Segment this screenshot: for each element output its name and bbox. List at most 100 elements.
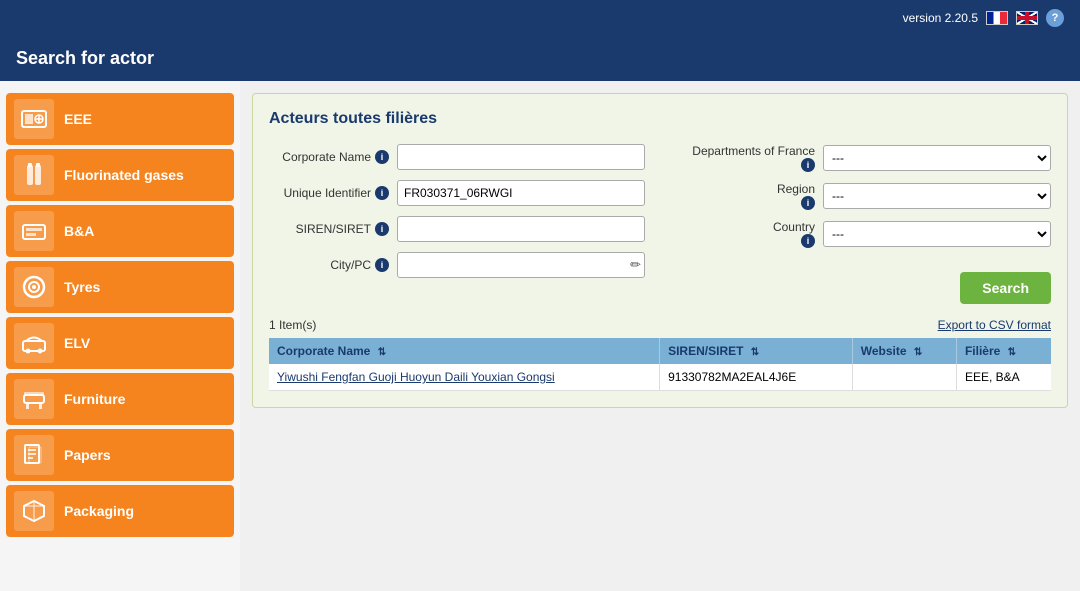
unique-identifier-input[interactable] [397,180,645,206]
city-pc-row: City/PC i ✏ [269,252,645,278]
sidebar-label-tyres: Tyres [64,279,100,296]
sidebar-label-packaging: Packaging [64,503,134,520]
city-pc-input[interactable] [397,252,645,278]
page-title: Search for actor [16,48,154,68]
region-info-icon[interactable]: i [801,196,815,210]
corporate-name-row: Corporate Name i [269,144,645,170]
sidebar-item-ba[interactable]: B&A [6,205,234,257]
elv-icon [14,323,54,363]
flag-fr-icon[interactable] [986,11,1008,25]
col-filiere-label: Filière [965,344,1000,358]
corporate-name-input[interactable] [397,144,645,170]
sidebar: EEE Fluorinated gases [0,81,240,591]
sidebar-label-ba: B&A [64,223,94,240]
unique-identifier-info-icon[interactable]: i [375,186,389,200]
form-right: Departments of France i --- Region [675,144,1051,304]
col-website[interactable]: Website ⇅ [852,338,956,364]
siren-siret-label: SIREN/SIRET [296,222,371,236]
departments-select[interactable]: --- [823,145,1051,171]
col-corporate-name[interactable]: Corporate Name ⇅ [269,338,660,364]
version-label: version 2.20.5 [903,11,978,25]
departments-label: Departments of France [692,144,815,158]
city-pc-label: City/PC [330,258,371,272]
departments-label-info: Departments of France [692,144,815,158]
region-select[interactable]: --- [823,183,1051,209]
col-corporate-name-label: Corporate Name [277,344,370,358]
col-siren-siret-label: SIREN/SIRET [668,344,743,358]
region-label: Region [777,182,815,196]
col-siren-siret[interactable]: SIREN/SIRET ⇅ [660,338,853,364]
fluorinated-gases-icon [14,155,54,195]
sort-filiere-icon: ⇅ [1008,347,1016,358]
corporate-name-label: Corporate Name [282,150,371,164]
results-table-header-row: Corporate Name ⇅ SIREN/SIRET ⇅ Website ⇅ [269,338,1051,364]
sort-corporate-name-icon: ⇅ [378,347,386,358]
cell-website [852,364,956,391]
sort-website-icon: ⇅ [914,347,922,358]
export-csv-link[interactable]: Export to CSV format [938,318,1051,332]
content-area: Acteurs toutes filières Corporate Name i [240,81,1080,591]
form-left: Corporate Name i Unique Identifier i [269,144,645,304]
results-count: 1 Item(s) [269,318,316,332]
region-label-info: Region [777,182,815,196]
departments-row: Departments of France i --- [675,144,1051,172]
siren-siret-label-group: SIREN/SIRET i [269,222,389,236]
search-btn-row: Search [675,272,1051,304]
city-pc-input-wrapper: ✏ [397,252,645,278]
results-table-header: Corporate Name ⇅ SIREN/SIRET ⇅ Website ⇅ [269,338,1051,364]
city-pc-info-icon[interactable]: i [375,258,389,272]
country-label: Country [773,220,815,234]
form-grid: Corporate Name i Unique Identifier i [269,144,1051,304]
country-info-icon[interactable]: i [801,234,815,248]
cell-siren_siret: 91330782MA2EAL4J6E [660,364,853,391]
main-layout: EEE Fluorinated gases [0,81,1080,591]
country-select[interactable]: --- [823,221,1051,247]
top-bar-right: version 2.20.5 ? [903,9,1064,27]
departments-label-group: Departments of France i [675,144,815,172]
sidebar-label-furniture: Furniture [64,391,125,408]
search-panel: Acteurs toutes filières Corporate Name i [252,93,1068,408]
city-pc-edit-button[interactable]: ✏ [630,257,641,273]
unique-identifier-label-group: Unique Identifier i [269,186,389,200]
sidebar-item-tyres[interactable]: Tyres [6,261,234,313]
sidebar-item-eee[interactable]: EEE [6,93,234,145]
sidebar-item-papers[interactable]: Papers [6,429,234,481]
departments-info-icon[interactable]: i [801,158,815,172]
cell-corporate_name[interactable]: Yiwushi Fengfan Guoji Huoyun Daili Youxi… [269,364,660,391]
results-table-body: Yiwushi Fengfan Guoji Huoyun Daili Youxi… [269,364,1051,391]
corporate-name-info-icon[interactable]: i [375,150,389,164]
col-filiere[interactable]: Filière ⇅ [956,338,1051,364]
region-row: Region i --- [675,182,1051,210]
sidebar-label-fluorinated-gases: Fluorinated gases [64,167,184,184]
sidebar-item-furniture[interactable]: Furniture [6,373,234,425]
unique-identifier-label: Unique Identifier [284,186,371,200]
city-pc-label-group: City/PC i [269,258,389,272]
sidebar-label-papers: Papers [64,447,111,464]
col-website-label: Website [861,344,907,358]
help-button[interactable]: ? [1046,9,1064,27]
siren-siret-input[interactable] [397,216,645,242]
region-label-group: Region i [675,182,815,210]
top-bar: version 2.20.5 ? [0,0,1080,36]
results-header: 1 Item(s) Export to CSV format [269,318,1051,332]
unique-identifier-row: Unique Identifier i [269,180,645,206]
packaging-icon [14,491,54,531]
siren-siret-row: SIREN/SIRET i [269,216,645,242]
tyres-icon [14,267,54,307]
sidebar-item-fluorinated-gases[interactable]: Fluorinated gases [6,149,234,201]
corporate-name-label-group: Corporate Name i [269,150,389,164]
country-label-info: Country [773,220,815,234]
papers-icon [14,435,54,475]
sidebar-label-eee: EEE [64,111,92,128]
sidebar-item-elv[interactable]: ELV [6,317,234,369]
country-row: Country i --- [675,220,1051,248]
search-button[interactable]: Search [960,272,1051,304]
page-title-bar: Search for actor [0,36,1080,81]
flag-uk-icon[interactable] [1016,11,1038,25]
eee-icon [14,99,54,139]
ba-icon [14,211,54,251]
sidebar-label-elv: ELV [64,335,90,352]
table-row: Yiwushi Fengfan Guoji Huoyun Daili Youxi… [269,364,1051,391]
sidebar-item-packaging[interactable]: Packaging [6,485,234,537]
siren-siret-info-icon[interactable]: i [375,222,389,236]
